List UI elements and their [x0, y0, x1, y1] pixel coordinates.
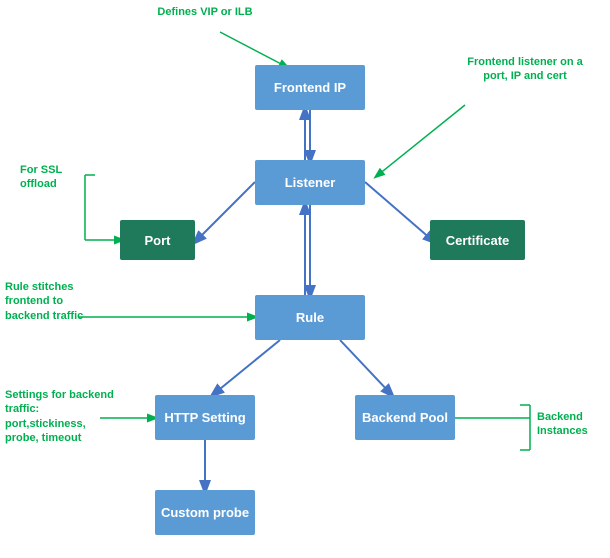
- custom-probe-box: Custom probe: [155, 490, 255, 535]
- annotation-backend-instances: Backend Instances: [537, 410, 607, 439]
- http-setting-box: HTTP Setting: [155, 395, 255, 440]
- port-box: Port: [120, 220, 195, 260]
- rule-box: Rule: [255, 295, 365, 340]
- annotation-ssl: For SSL offload: [20, 163, 85, 192]
- annotation-rule: Rule stitches frontend to backend traffi…: [5, 280, 85, 323]
- annotation-settings: Settings for backend traffic: port,stick…: [5, 388, 120, 445]
- frontend-ip-box: Frontend IP: [255, 65, 365, 110]
- listener-box: Listener: [255, 160, 365, 205]
- annotation-vip: Defines VIP or ILB: [155, 5, 255, 19]
- backend-pool-box: Backend Pool: [355, 395, 455, 440]
- certificate-box: Certificate: [430, 220, 525, 260]
- diagram-container: Frontend IP Listener Port Certificate Ru…: [0, 0, 610, 558]
- annotation-frontend-listener: Frontend listener on a port, IP and cert: [460, 55, 590, 84]
